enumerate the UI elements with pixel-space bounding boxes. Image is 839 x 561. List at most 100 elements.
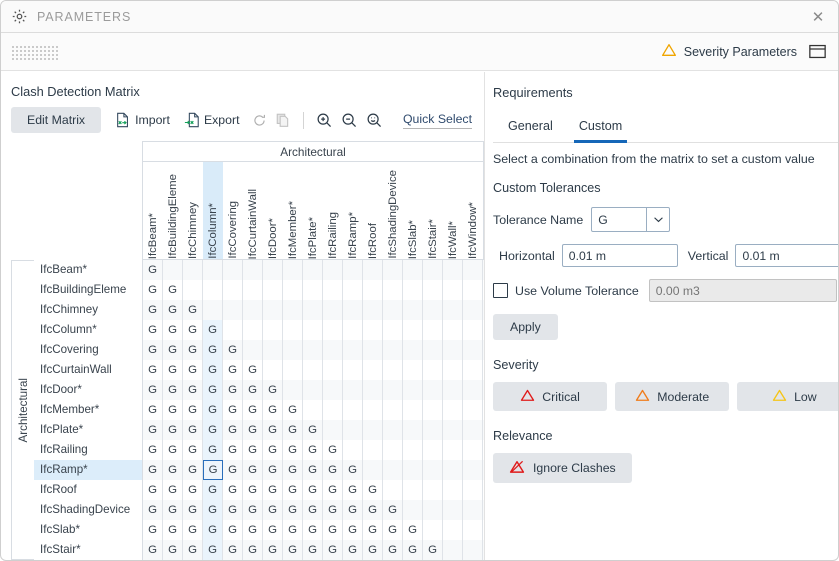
matrix-cell[interactable]: G (243, 440, 263, 460)
matrix-cell[interactable]: G (243, 400, 263, 420)
tolerance-name-select[interactable]: G (591, 207, 671, 232)
matrix-cell[interactable] (383, 360, 403, 380)
matrix-cell[interactable]: G (323, 500, 343, 520)
close-icon[interactable]: ✕ (804, 5, 832, 29)
matrix-cell[interactable]: G (163, 380, 183, 400)
matrix-cell[interactable]: G (183, 320, 203, 340)
matrix-cell[interactable]: G (383, 520, 403, 540)
matrix-cell[interactable]: G (143, 440, 163, 460)
matrix-cell[interactable] (423, 440, 443, 460)
horizontal-input[interactable] (561, 244, 678, 267)
matrix-cell[interactable] (403, 320, 423, 340)
matrix-cell[interactable]: G (403, 520, 423, 540)
matrix-column-header[interactable]: IfcDoor* (263, 162, 283, 259)
matrix-cell[interactable] (383, 320, 403, 340)
matrix-cell[interactable]: G (143, 460, 163, 480)
matrix-cell[interactable]: G (183, 340, 203, 360)
matrix-cell[interactable]: G (143, 420, 163, 440)
matrix-row[interactable]: IfcShadingDevice G G G G G G G G G G G G G (34, 500, 484, 520)
zoom-fit-icon[interactable] (366, 112, 382, 128)
matrix-cell[interactable] (463, 520, 483, 540)
matrix-cell[interactable] (483, 280, 484, 300)
matrix-cell[interactable] (463, 280, 483, 300)
matrix-cell[interactable]: G (263, 400, 283, 420)
matrix-cell[interactable] (443, 340, 463, 360)
matrix-cell[interactable]: G (243, 420, 263, 440)
matrix-cell[interactable] (423, 360, 443, 380)
matrix-cell[interactable] (423, 460, 443, 480)
matrix-row[interactable]: IfcChimney G G G (34, 300, 484, 320)
matrix-cell[interactable] (443, 280, 463, 300)
matrix-cell[interactable] (423, 380, 443, 400)
matrix-cell[interactable] (443, 420, 463, 440)
matrix-cell[interactable]: G (363, 480, 383, 500)
matrix-cell[interactable] (263, 360, 283, 380)
matrix-cell[interactable]: G (263, 380, 283, 400)
matrix-cell[interactable] (483, 520, 484, 540)
matrix-cell[interactable]: G (343, 480, 363, 500)
matrix-row[interactable]: IfcRamp* G G G G G G G G G G G (34, 460, 484, 480)
matrix-cell[interactable]: G (183, 500, 203, 520)
matrix-cell[interactable] (343, 340, 363, 360)
severity-moderate-button[interactable]: Moderate (615, 382, 730, 411)
matrix-cell[interactable] (443, 380, 463, 400)
matrix-cell[interactable] (303, 260, 323, 280)
matrix-cell[interactable]: G (403, 540, 423, 560)
matrix-cell[interactable]: G (303, 440, 323, 460)
matrix-column-header[interactable]: IfcRoof (363, 162, 383, 259)
matrix-row[interactable]: IfcDoor* G G G G G G G (34, 380, 484, 400)
matrix-column-header[interactable]: IfcColumn* (203, 162, 223, 259)
matrix-column-header[interactable]: IfcBeam* (143, 162, 163, 259)
matrix-cell[interactable]: G (143, 300, 163, 320)
matrix-cell[interactable] (363, 420, 383, 440)
matrix-cell[interactable]: G (243, 520, 263, 540)
matrix-cell[interactable] (363, 260, 383, 280)
use-volume-tolerance-checkbox[interactable] (493, 283, 508, 298)
matrix-row[interactable]: IfcStair* G G G G G G G G G G G G G G G (34, 540, 484, 560)
matrix-cell[interactable] (423, 520, 443, 540)
matrix-cell[interactable]: G (163, 500, 183, 520)
chevron-down-icon[interactable] (646, 208, 669, 231)
matrix-cell[interactable]: G (163, 460, 183, 480)
matrix-cell[interactable]: G (183, 380, 203, 400)
matrix-cell[interactable] (463, 400, 483, 420)
matrix-cell[interactable] (463, 340, 483, 360)
matrix-cell[interactable]: G (183, 300, 203, 320)
matrix-cell[interactable]: G (243, 460, 263, 480)
matrix-cell[interactable] (423, 420, 443, 440)
matrix-cell[interactable] (343, 400, 363, 420)
matrix-cell[interactable]: G (223, 480, 243, 500)
matrix-cell[interactable] (443, 300, 463, 320)
matrix-cell[interactable]: G (303, 460, 323, 480)
matrix-cell[interactable] (363, 320, 383, 340)
matrix-cell[interactable]: G (283, 440, 303, 460)
matrix-cell[interactable]: G (203, 440, 223, 460)
matrix-cell[interactable] (243, 260, 263, 280)
zoom-out-icon[interactable] (341, 112, 357, 128)
matrix-cell[interactable] (383, 400, 403, 420)
apply-button[interactable]: Apply (493, 314, 558, 340)
matrix-cell[interactable] (463, 500, 483, 520)
matrix-cell[interactable] (463, 380, 483, 400)
matrix-cell[interactable] (383, 380, 403, 400)
matrix-cell[interactable] (463, 440, 483, 460)
matrix-row[interactable]: IfcBeam* G (34, 260, 484, 280)
matrix-cell[interactable] (423, 340, 443, 360)
matrix-cell[interactable] (183, 280, 203, 300)
matrix-cell[interactable] (323, 360, 343, 380)
matrix-cell[interactable]: G (163, 280, 183, 300)
matrix-cell[interactable] (423, 260, 443, 280)
matrix-column-header[interactable]: IfcBuildingEleme (163, 162, 183, 259)
matrix-cell[interactable]: G (183, 420, 203, 440)
matrix-cell[interactable]: G (183, 460, 203, 480)
matrix-cell[interactable]: G (223, 340, 243, 360)
matrix-cell[interactable] (463, 460, 483, 480)
matrix-cell[interactable] (483, 340, 484, 360)
matrix-cell[interactable]: G (343, 460, 363, 480)
matrix-cell[interactable] (423, 500, 443, 520)
matrix-column-header[interactable]: IfcSlab* (403, 162, 423, 259)
matrix-cell[interactable]: G (363, 520, 383, 540)
matrix-cell[interactable] (223, 260, 243, 280)
matrix-cell[interactable]: G (183, 540, 203, 560)
matrix-cell[interactable]: G (203, 480, 223, 500)
